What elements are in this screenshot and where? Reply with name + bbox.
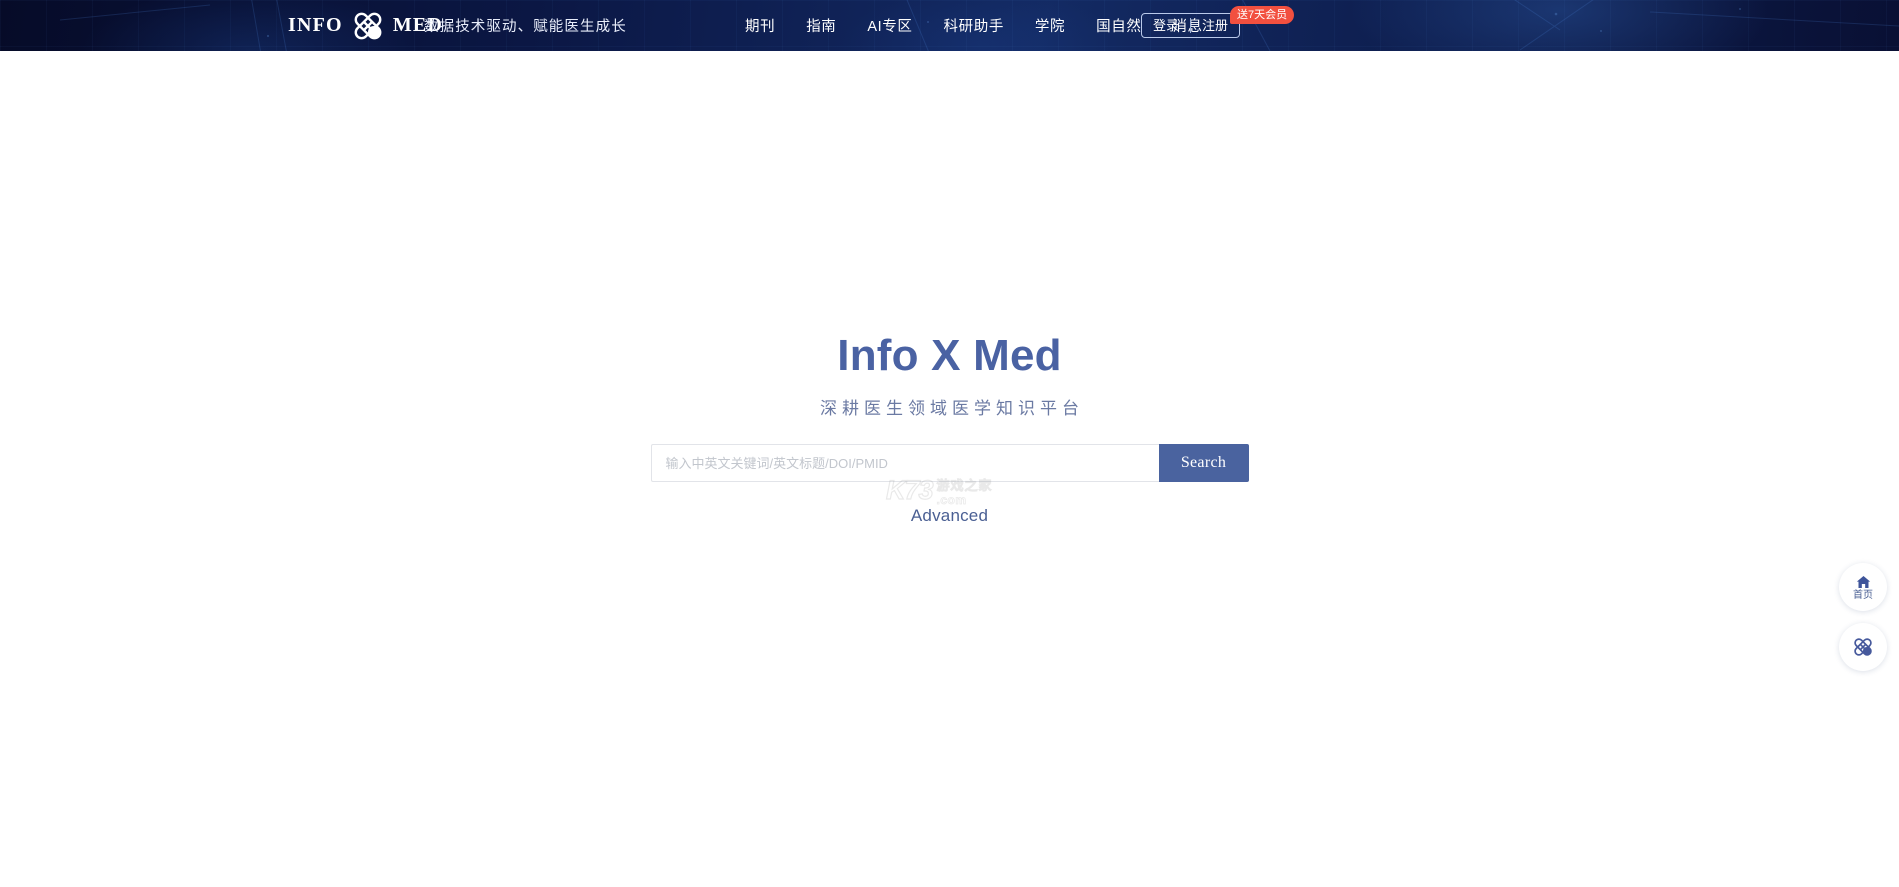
- brand-tagline: 数据技术驱动、赋能医生成长: [424, 19, 627, 35]
- login-button[interactable]: 登录: [1142, 14, 1190, 37]
- nav-item-research-assistant[interactable]: 科研助手: [944, 15, 1004, 36]
- site-header: INFO MED 数据技术驱动、赋能医生成长 期刊 指南 AI专区 科研助手 学…: [0, 0, 1899, 51]
- brand-text-info: INFO: [288, 14, 343, 36]
- crossed-bandage-icon: [354, 12, 382, 39]
- nav-item-ai-zone[interactable]: AI专区: [867, 15, 912, 36]
- hero-section: Info X Med 深耕医生领域医学知识平台 Search Advanced: [0, 334, 1899, 526]
- main-content: Info X Med 深耕医生领域医学知识平台 Search Advanced …: [0, 51, 1899, 887]
- search-bar: Search: [650, 444, 1249, 482]
- advanced-search-link[interactable]: Advanced: [911, 506, 988, 526]
- home-icon: [1856, 575, 1870, 588]
- nav-item-academy[interactable]: 学院: [1035, 15, 1065, 36]
- nav-item-journals[interactable]: 期刊: [745, 15, 775, 36]
- float-button-brand[interactable]: [1839, 623, 1887, 671]
- main-navigation: 期刊 指南 AI专区 科研助手 学院 国自然 消息: [745, 0, 1203, 51]
- nav-item-nsfc[interactable]: 国自然: [1096, 15, 1141, 36]
- nav-item-guidelines[interactable]: 指南: [806, 15, 836, 36]
- floating-action-dock: 首页: [1839, 563, 1887, 671]
- search-button[interactable]: Search: [1158, 444, 1249, 482]
- page-subtitle: 深耕医生领域医学知识平台: [820, 399, 1084, 418]
- search-input[interactable]: [650, 444, 1159, 482]
- auth-area: 登录 注册 送7天会员: [1141, 0, 1295, 51]
- crossed-bandage-icon: [1854, 638, 1872, 656]
- float-button-home[interactable]: 首页: [1839, 563, 1887, 611]
- brand-logo[interactable]: INFO MED: [288, 0, 443, 51]
- membership-promo-badge[interactable]: 送7天会员: [1230, 6, 1295, 24]
- page-title: Info X Med: [837, 331, 1062, 380]
- float-button-home-label: 首页: [1853, 589, 1873, 601]
- auth-button-group: 登录 注册: [1141, 13, 1241, 38]
